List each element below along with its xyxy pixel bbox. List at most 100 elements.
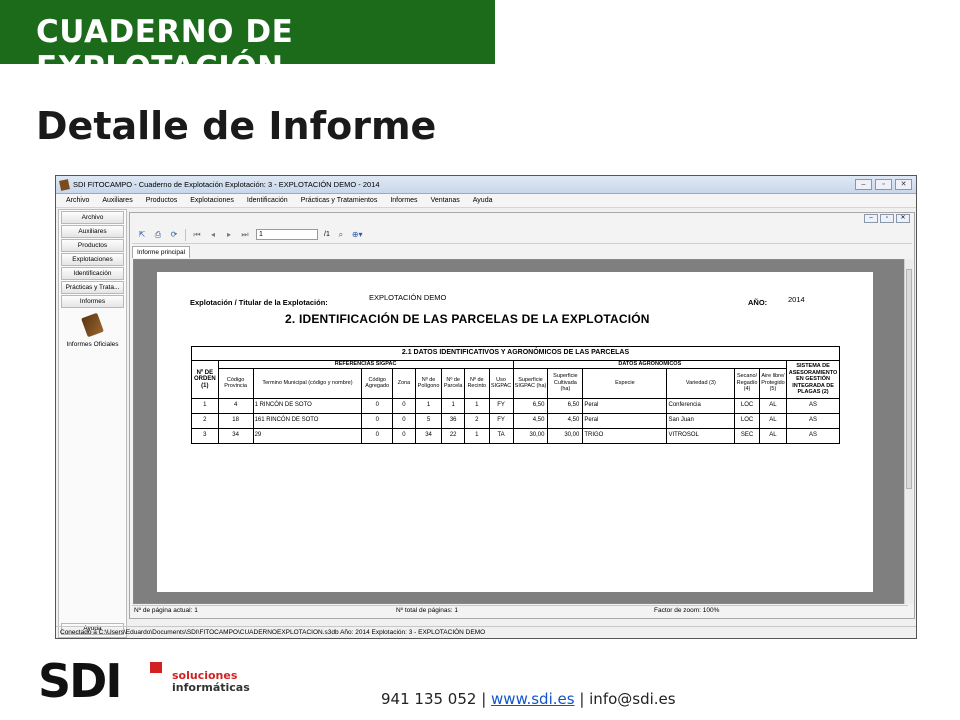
logo-red-square [150,662,162,673]
vertical-scrollbar[interactable] [904,259,913,604]
cell: 0 [392,427,416,444]
cell: AS [786,397,840,414]
app-window: SDI FITOCAMPO - Cuaderno de Explotación … [55,175,917,639]
col-sistema: SISTEMA DE ASESORAMIENTO EN GESTIÓN INTE… [786,360,840,399]
cell: 2 [191,412,219,429]
nav-auxiliares[interactable]: Auxiliares [61,225,124,238]
window-title: SDI FITOCAMPO - Cuaderno de Explotación … [73,180,380,189]
child-restore-button[interactable]: ▫ [880,214,894,223]
cell: LOC [734,397,760,414]
nav-productos[interactable]: Productos [61,239,124,252]
report-toolbar: ⇱ ⎙ ⟳ ⏮ ◂ ▸ ⏭ 1 /1 ⌕ ⊕▾ [132,226,912,244]
cell: 1 RINCÓN DE SOTO [252,397,363,414]
refresh-icon[interactable]: ⟳ [169,230,179,240]
cell: Conferencia [666,397,736,414]
col-header: Superficie Cultivada (ha) [547,367,584,399]
col-header: Secano/ Regadío (4) [734,367,760,399]
menu-practicas[interactable]: Prácticas y Tratamientos [301,197,378,204]
group-agronomicos: DATOS AGRONÓMICOS [512,360,788,369]
menu-explotaciones[interactable]: Explotaciones [190,197,234,204]
report-title: 2. IDENTIFICACIÓN DE LAS PARCELAS DE LA … [285,312,650,326]
col-header: Nº de Parcela [441,367,465,399]
menu-auxiliares[interactable]: Auxiliares [102,197,132,204]
footer-contact: 941 135 052 | www.sdi.es | info@sdi.es [381,690,676,708]
tab-informe-principal[interactable]: Informe principal [132,246,191,258]
menu-ventanas[interactable]: Ventanas [431,197,460,204]
cell: TA [488,427,514,444]
cell: 22 [441,427,465,444]
cell: 1 [463,427,490,444]
cell: 30,00 [512,427,549,444]
col-header: Superficie SIGPAC (ha) [512,367,549,399]
col-header: Aire libre/ Protegido (5) [758,367,788,399]
cell: FY [488,397,514,414]
cell: 30,00 [547,427,584,444]
col-header: Especie [582,367,668,399]
first-page-icon[interactable]: ⏮ [192,230,202,240]
table-row: 3 34 29 0 0 34 22 1 TA 30,00 30,00 TRIGO [191,427,840,444]
nav-informes[interactable]: Informes [61,295,124,308]
cell: 0 [361,412,394,429]
cell: 34 [217,427,254,444]
cell: San Juan [666,412,736,429]
cell: 4,50 [512,412,549,429]
last-page-icon[interactable]: ⏭ [240,230,250,240]
cell: 6,50 [547,397,584,414]
email: info@sdi.es [589,690,676,708]
cell: Peral [582,397,668,414]
zoom-icon[interactable]: ⊕▾ [352,230,363,240]
table-row: 1 4 1 RINCÓN DE SOTO 0 0 1 1 1 FY 6,50 6… [191,397,840,414]
cell: 18 [217,412,254,429]
cell: 4,50 [547,412,584,429]
menu-bar: Archivo Auxiliares Productos Explotacion… [56,194,916,208]
slide: CUADERNO DE EXPLOTACIÓN Detalle de Infor… [0,0,960,720]
table-title: 2.1 DATOS IDENTIFICATIVOS Y AGRONÓMICOS … [191,346,840,361]
minimize-button[interactable]: – [855,179,872,190]
export-icon[interactable]: ⇱ [137,230,147,240]
sdi-logo: SDI soluciones informáticas [38,654,250,708]
menu-ayuda[interactable]: Ayuda [473,197,493,204]
prev-page-icon[interactable]: ◂ [208,230,218,240]
website-link[interactable]: www.sdi.es [491,690,575,708]
find-icon[interactable]: ⌕ [336,230,346,240]
cell: 1 [463,397,490,414]
col-header: Uso SIGPAC [488,367,514,399]
app-statusbar: Conectado a C:\Users\Eduardo\Documents\S… [56,626,916,638]
report-tabs: Informe principal [132,246,191,258]
cell: LOC [734,412,760,429]
col-header: Código Agregado [361,367,394,399]
page-total: /1 [324,231,330,238]
cell: SEC [734,427,760,444]
nav-practicas[interactable]: Prácticas y Trata... [61,281,124,294]
nav-archivo[interactable]: Archivo [61,211,124,224]
page-number-input[interactable]: 1 [256,229,318,240]
next-page-icon[interactable]: ▸ [224,230,234,240]
nav-informes-oficiales[interactable]: Informes Oficiales [59,312,126,348]
menu-productos[interactable]: Productos [146,197,178,204]
zoom-status: Factor de zoom: 100% [654,607,720,614]
maximize-button[interactable]: ▫ [875,179,892,190]
menu-informes[interactable]: Informes [390,197,417,204]
header-banner: CUADERNO DE EXPLOTACIÓN [0,0,495,86]
cell: 161 RINCÓN DE SOTO [252,412,363,429]
col-header: Nº de Recinto [463,367,490,399]
col-header: Zona [392,367,416,399]
app-logo-icon [59,179,70,191]
toolbar-separator [185,228,186,241]
child-minimize-button[interactable]: – [864,214,878,223]
menu-archivo[interactable]: Archivo [66,197,89,204]
cell: 34 [414,427,443,444]
left-navigation: Archivo Auxiliares Productos Explotacion… [58,209,127,638]
child-close-button[interactable]: ✕ [896,214,910,223]
cell: 4 [217,397,254,414]
menu-identificacion[interactable]: Identificación [247,197,288,204]
nav-explotaciones[interactable]: Explotaciones [61,253,124,266]
cell: AL [758,397,788,414]
cell: 2 [463,412,490,429]
scrollbar-thumb[interactable] [906,269,912,489]
nav-identificacion[interactable]: Identificación [61,267,124,280]
print-icon[interactable]: ⎙ [153,230,163,240]
cell: 29 [252,427,363,444]
close-button[interactable]: ✕ [895,179,912,190]
report-viewer: Explotación / Titular de la Explotación:… [133,259,905,604]
